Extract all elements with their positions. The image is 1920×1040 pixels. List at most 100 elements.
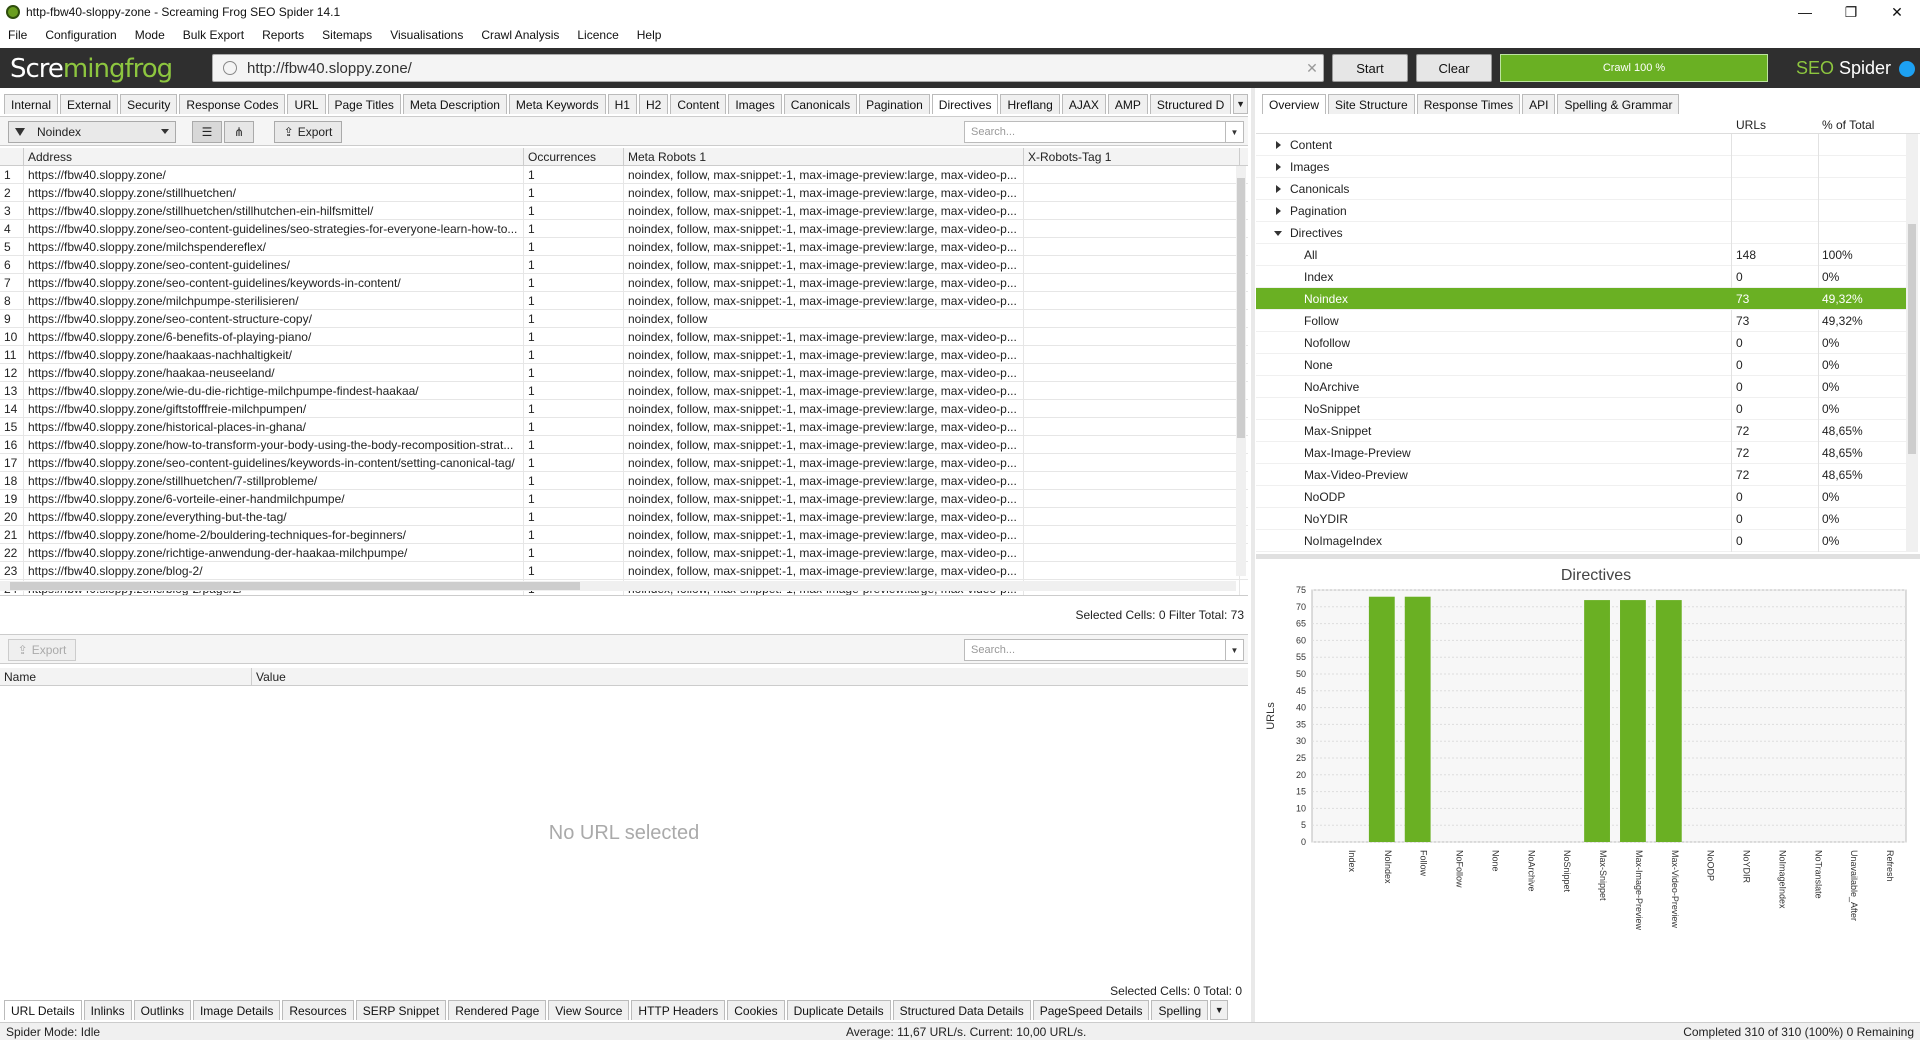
minimize-button[interactable]: — bbox=[1782, 0, 1828, 24]
right-pane-divider[interactable] bbox=[1256, 554, 1920, 559]
detail-tab-image-details[interactable]: Image Details bbox=[192, 1000, 281, 1020]
table-row[interactable]: 10 https://fbw40.sloppy.zone/6-benefits-o… bbox=[0, 328, 1248, 346]
tree-item-none[interactable]: None 0 0% bbox=[1256, 354, 1906, 376]
tab-images[interactable]: Images bbox=[728, 94, 782, 114]
detail-tab-view-source[interactable]: View Source bbox=[548, 1000, 630, 1020]
detail-tab-serp-snippet[interactable]: SERP Snippet bbox=[355, 1000, 447, 1020]
table-row[interactable]: 7 https://fbw40.sloppy.zone/seo-content-g… bbox=[0, 274, 1248, 292]
tab-canonicals[interactable]: Canonicals bbox=[783, 94, 858, 114]
tab-structured-d[interactable]: Structured D bbox=[1149, 94, 1232, 114]
expand-arrow-icon[interactable] bbox=[1276, 185, 1281, 193]
table-row[interactable]: 9 https://fbw40.sloppy.zone/seo-content-s… bbox=[0, 310, 1248, 328]
detail-tab-url-details[interactable]: URL Details bbox=[4, 1000, 82, 1020]
tree-item-max-image-preview[interactable]: Max-Image-Preview 72 48,65% bbox=[1256, 442, 1906, 464]
table-row[interactable]: 14 https://fbw40.sloppy.zone/giftstofffre… bbox=[0, 400, 1248, 418]
column-header-x-robots[interactable]: X-Robots-Tag 1 bbox=[1024, 148, 1240, 166]
table-row[interactable]: 13 https://fbw40.sloppy.zone/wie-du-die-r… bbox=[0, 382, 1248, 400]
tab-directives[interactable]: Directives bbox=[931, 94, 999, 114]
expand-arrow-icon[interactable] bbox=[1276, 141, 1281, 149]
right-tab-response-times[interactable]: Response Times bbox=[1416, 94, 1521, 114]
tree-item-noodp[interactable]: NoODP 0 0% bbox=[1256, 486, 1906, 508]
menu-item-licence[interactable]: Licence bbox=[577, 28, 618, 42]
table-row[interactable]: 18 https://fbw40.sloppy.zone/stillhuetche… bbox=[0, 472, 1248, 490]
tab-meta-keywords[interactable]: Meta Keywords bbox=[508, 94, 606, 114]
menu-item-mode[interactable]: Mode bbox=[135, 28, 165, 42]
tree-item-noarchive[interactable]: NoArchive 0 0% bbox=[1256, 376, 1906, 398]
table-row[interactable]: 3 https://fbw40.sloppy.zone/stillhuetchen… bbox=[0, 202, 1248, 220]
table-row[interactable]: 12 https://fbw40.sloppy.zone/haakaa-neuse… bbox=[0, 364, 1248, 382]
menu-item-configuration[interactable]: Configuration bbox=[45, 28, 116, 42]
table-row[interactable]: 15 https://fbw40.sloppy.zone/historical-p… bbox=[0, 418, 1248, 436]
clear-button[interactable]: Clear bbox=[1416, 54, 1492, 82]
table-row[interactable]: 6 https://fbw40.sloppy.zone/seo-content-g… bbox=[0, 256, 1248, 274]
menu-item-reports[interactable]: Reports bbox=[262, 28, 304, 42]
tree-group-content[interactable]: Content bbox=[1256, 134, 1906, 156]
tab-content[interactable]: Content bbox=[670, 94, 727, 114]
vertical-scrollbar[interactable] bbox=[1236, 166, 1246, 576]
menu-item-bulk-export[interactable]: Bulk Export bbox=[183, 28, 244, 42]
table-row[interactable]: 11 https://fbw40.sloppy.zone/haakaas-nach… bbox=[0, 346, 1248, 364]
table-row[interactable]: 17 https://fbw40.sloppy.zone/seo-content-… bbox=[0, 454, 1248, 472]
table-row[interactable]: 8 https://fbw40.sloppy.zone/milchpumpe-st… bbox=[0, 292, 1248, 310]
tree-group-canonicals[interactable]: Canonicals bbox=[1256, 178, 1906, 200]
list-view-button[interactable]: ☰ bbox=[192, 121, 222, 143]
tree-view-button[interactable]: ⋔ bbox=[224, 121, 254, 143]
tab-page-titles[interactable]: Page Titles bbox=[327, 94, 401, 114]
tree-group-pagination[interactable]: Pagination bbox=[1256, 200, 1906, 222]
tab-internal[interactable]: Internal bbox=[4, 94, 59, 114]
detail-tab-spelling[interactable]: Spelling bbox=[1151, 1000, 1209, 1020]
column-header-occurrences[interactable]: Occurrences bbox=[524, 148, 624, 166]
collapse-arrow-icon[interactable] bbox=[1274, 231, 1282, 236]
column-header-meta-robots[interactable]: Meta Robots 1 bbox=[624, 148, 1024, 166]
table-row[interactable]: 4 https://fbw40.sloppy.zone/seo-content-g… bbox=[0, 220, 1248, 238]
menu-item-file[interactable]: File bbox=[8, 28, 27, 42]
column-header-value[interactable]: Value bbox=[252, 668, 552, 686]
tab-hreflang[interactable]: Hreflang bbox=[1000, 94, 1060, 114]
tree-item-index[interactable]: Index 0 0% bbox=[1256, 266, 1906, 288]
detail-tab-duplicate-details[interactable]: Duplicate Details bbox=[786, 1000, 891, 1020]
tree-item-nofollow[interactable]: Nofollow 0 0% bbox=[1256, 332, 1906, 354]
table-row[interactable]: 5 https://fbw40.sloppy.zone/milchspendere… bbox=[0, 238, 1248, 256]
detail-tab-inlinks[interactable]: Inlinks bbox=[83, 1000, 132, 1020]
detail-tab-cookies[interactable]: Cookies bbox=[727, 1000, 785, 1020]
twitter-icon[interactable] bbox=[1899, 60, 1916, 77]
detail-tab-http-headers[interactable]: HTTP Headers bbox=[631, 1000, 726, 1020]
table-row[interactable]: 20 https://fbw40.sloppy.zone/everything-b… bbox=[0, 508, 1248, 526]
url-input[interactable]: http://fbw40.sloppy.zone/ ✕ bbox=[212, 54, 1324, 82]
tree-group-images[interactable]: Images bbox=[1256, 156, 1906, 178]
tree-item-max-video-preview[interactable]: Max-Video-Preview 72 48,65% bbox=[1256, 464, 1906, 486]
column-header-name[interactable]: Name bbox=[0, 668, 252, 686]
tree-item-max-snippet[interactable]: Max-Snippet 72 48,65% bbox=[1256, 420, 1906, 442]
chevron-down-icon[interactable]: ▼ bbox=[1225, 122, 1243, 142]
right-tab-overview[interactable]: Overview bbox=[1262, 94, 1327, 114]
horizontal-scrollbar[interactable] bbox=[0, 581, 1236, 591]
detail-tab-outlinks[interactable]: Outlinks bbox=[133, 1000, 191, 1020]
detail-export-button[interactable]: ⇪ Export bbox=[8, 639, 76, 661]
chevron-down-icon[interactable]: ▼ bbox=[1225, 640, 1243, 660]
tree-item-all[interactable]: All 148 100% bbox=[1256, 244, 1906, 266]
close-button[interactable]: ✕ bbox=[1874, 0, 1920, 24]
table-row[interactable]: 19 https://fbw40.sloppy.zone/6-vorteile-e… bbox=[0, 490, 1248, 508]
tab-h1[interactable]: H1 bbox=[607, 94, 637, 114]
column-header-percent[interactable]: % of Total bbox=[1822, 118, 1874, 132]
tab-security[interactable]: Security bbox=[120, 94, 178, 114]
tree-item-nosnippet[interactable]: NoSnippet 0 0% bbox=[1256, 398, 1906, 420]
tree-group-directives[interactable]: Directives bbox=[1256, 222, 1906, 244]
menu-item-crawl-analysis[interactable]: Crawl Analysis bbox=[481, 28, 559, 42]
table-row[interactable]: 21 https://fbw40.sloppy.zone/home-2/bould… bbox=[0, 526, 1248, 544]
tree-item-noimageindex[interactable]: NoImageIndex 0 0% bbox=[1256, 530, 1906, 552]
tab-h2[interactable]: H2 bbox=[638, 94, 669, 114]
detail-tab-rendered-page[interactable]: Rendered Page bbox=[448, 1000, 547, 1020]
table-row[interactable]: 16 https://fbw40.sloppy.zone/how-to-trans… bbox=[0, 436, 1248, 454]
expand-arrow-icon[interactable] bbox=[1276, 207, 1281, 215]
column-header-urls[interactable]: URLs bbox=[1736, 118, 1766, 132]
expand-arrow-icon[interactable] bbox=[1276, 163, 1281, 171]
menu-item-visualisations[interactable]: Visualisations bbox=[390, 28, 463, 42]
tab-meta-description[interactable]: Meta Description bbox=[402, 94, 507, 114]
maximize-button[interactable]: ❐ bbox=[1828, 0, 1874, 24]
table-row[interactable]: 23 https://fbw40.sloppy.zone/blog-2/1 noin… bbox=[0, 562, 1248, 580]
tree-item-noindex[interactable]: Noindex 73 49,32% bbox=[1256, 288, 1906, 310]
overview-scrollbar[interactable] bbox=[1906, 134, 1918, 552]
right-tab-spelling-grammar[interactable]: Spelling & Grammar bbox=[1557, 94, 1680, 114]
export-button[interactable]: ⇪ Export bbox=[274, 121, 342, 143]
